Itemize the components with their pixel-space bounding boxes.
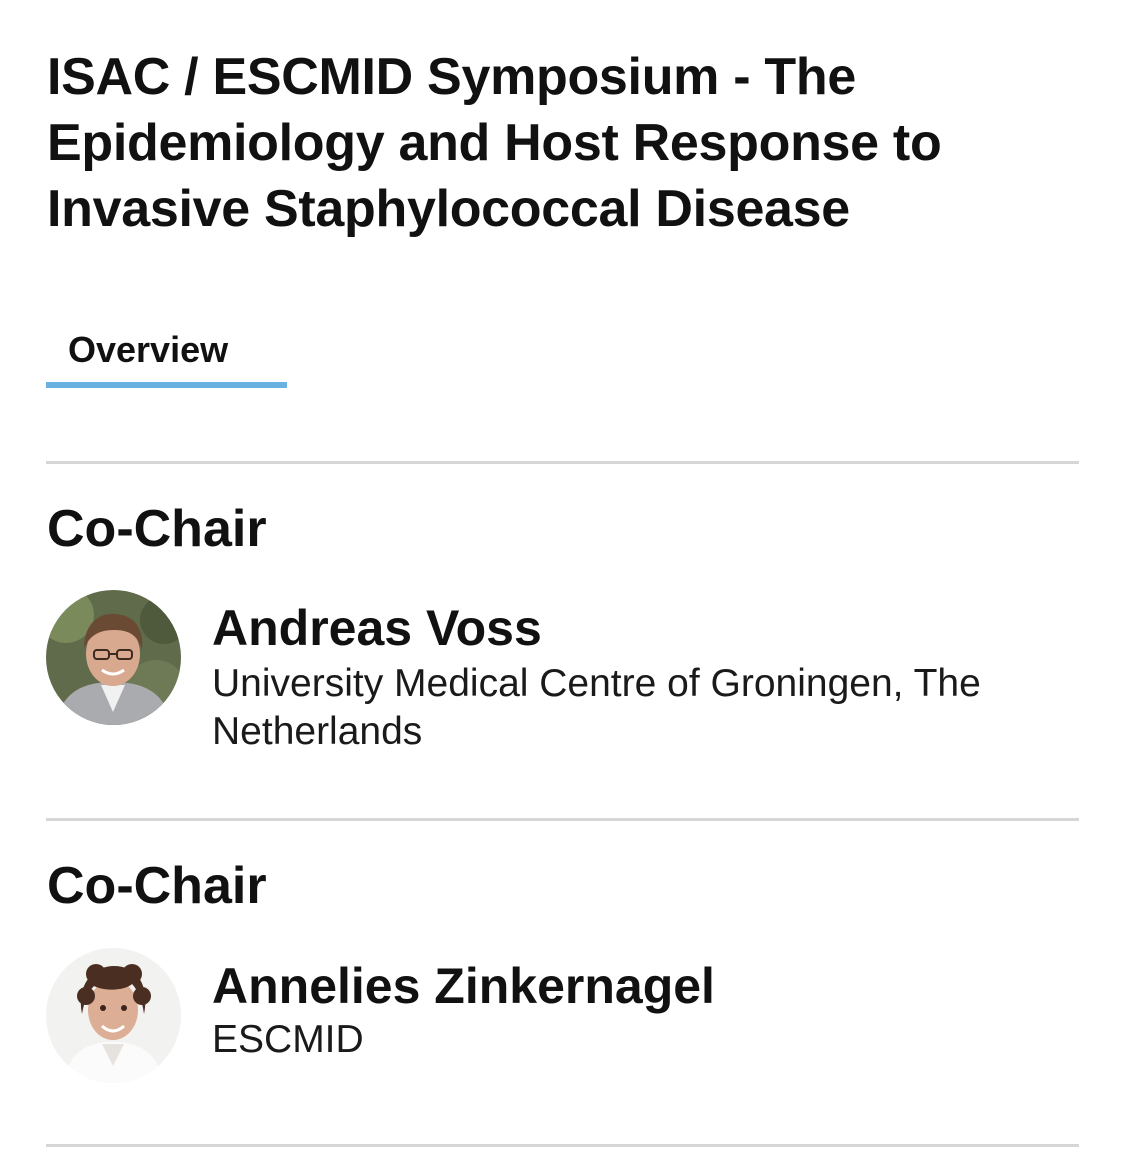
- chair-affiliation: ESCMID: [212, 1018, 364, 1061]
- divider: [46, 1144, 1079, 1147]
- divider: [46, 461, 1079, 464]
- tab-overview[interactable]: Overview: [46, 322, 287, 388]
- chair-name-annelies-zinkernagel[interactable]: Annelies Zinkernagel: [212, 955, 715, 1017]
- section-heading-co-chair: Co-Chair: [47, 500, 267, 558]
- avatar-andreas-voss[interactable]: [46, 590, 181, 725]
- avatar-annelies-zinkernagel[interactable]: [46, 948, 181, 1083]
- page-title: ISAC / ESCMID Symposium - The Epidemiolo…: [47, 48, 942, 238]
- chair-affiliation: University Medical Centre of Groningen, …: [212, 662, 981, 753]
- section-heading-co-chair: Co-Chair: [47, 857, 267, 915]
- tab-overview-label: Overview: [68, 329, 229, 370]
- chair-name-andreas-voss[interactable]: Andreas Voss: [212, 597, 542, 659]
- divider: [46, 818, 1079, 821]
